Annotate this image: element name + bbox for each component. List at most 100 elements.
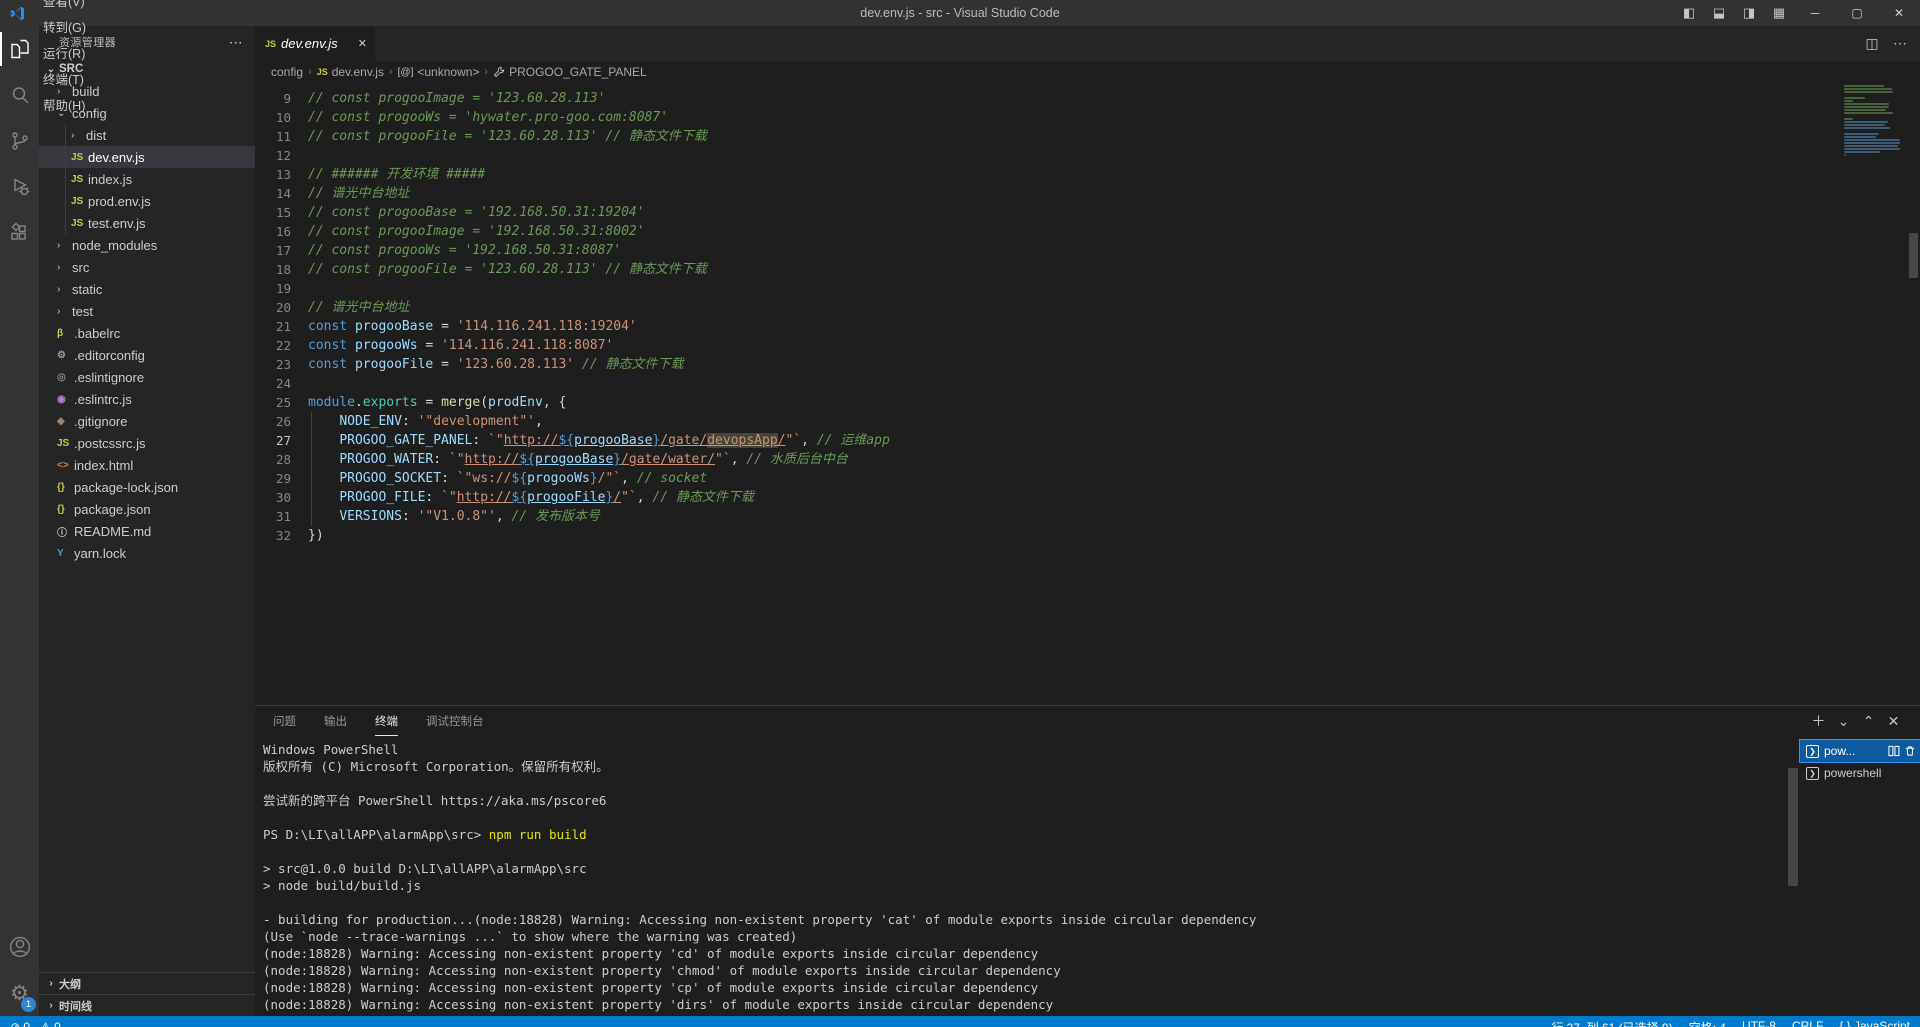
maximize-button[interactable]: ▢: [1836, 0, 1878, 26]
chevron-right-icon: ›: [71, 130, 86, 141]
code-line: 9// const progooImage = '123.60.28.113': [255, 89, 1920, 108]
terminal-output[interactable]: Windows PowerShell版权所有 (C) Microsoft Cor…: [255, 736, 1800, 1016]
code-line: 14// 谱光中台地址: [255, 184, 1920, 203]
source-control-icon[interactable]: [0, 118, 39, 164]
maximize-panel-icon[interactable]: ⌃: [1856, 713, 1881, 730]
tree-item-index.html[interactable]: <>index.html: [39, 454, 255, 476]
explorer-icon[interactable]: [0, 26, 39, 72]
tree-item-package-lock.json[interactable]: {}package-lock.json: [39, 476, 255, 498]
file-tree: ›build⌄config›distJSdev.env.jsJSindex.js…: [39, 80, 255, 564]
panel-tab-调试控制台[interactable]: 调试控制台: [426, 706, 484, 736]
terminal-scrollbar[interactable]: [1788, 768, 1798, 886]
status-item[interactable]: CRLF: [1792, 1019, 1823, 1027]
status-item[interactable]: UTF-8: [1742, 1019, 1776, 1027]
tree-item-.postcssrc.js[interactable]: JS.postcssrc.js: [39, 432, 255, 454]
toggle-sidebar-icon[interactable]: ◧: [1674, 0, 1704, 26]
tab-close-icon[interactable]: ✕: [358, 37, 367, 50]
tree-item-test[interactable]: ›test: [39, 300, 255, 322]
editor-more-actions-icon[interactable]: ⋯: [1888, 35, 1912, 52]
customize-layout-icon[interactable]: ▦: [1764, 0, 1794, 26]
breadcrumb[interactable]: config›JSdev.env.js›[@]<unknown>›PROGOO_…: [255, 61, 1920, 83]
toggle-secondary-sidebar-icon[interactable]: ◨: [1734, 0, 1764, 26]
tab-dev-env-js[interactable]: JS dev.env.js ✕: [255, 26, 375, 61]
breadcrumb-item-3[interactable]: [@]<unknown>: [398, 65, 480, 79]
terminal-line: (node:18828) Warning: Accessing non-exis…: [263, 996, 1800, 1013]
panel-tab-问题[interactable]: 问题: [273, 706, 296, 736]
tree-item-label: .gitignore: [74, 414, 127, 429]
terminal-line: (Use `node --trace-warnings ...` to show…: [263, 928, 1800, 945]
tree-item-dev.env.js[interactable]: JSdev.env.js: [39, 146, 255, 168]
outline-section[interactable]: › 大纲: [39, 972, 255, 994]
status-item[interactable]: 空格: 4: [1689, 1019, 1726, 1027]
split-editor-icon[interactable]: ◫: [1860, 35, 1884, 52]
terminal-tab-pow...[interactable]: ❯pow...: [1800, 740, 1920, 762]
menu-转到[interactable]: 转到(G): [34, 13, 95, 39]
breadcrumb-item-2[interactable]: JSdev.env.js: [317, 65, 384, 79]
search-icon[interactable]: [0, 72, 39, 118]
tree-item-.eslintrc.js[interactable]: ◉.eslintrc.js: [39, 388, 255, 410]
code-line: 22const progooWs = '114.116.241.118:8087…: [255, 336, 1920, 355]
html-file-icon: <>: [57, 460, 74, 471]
code-line: 19: [255, 279, 1920, 298]
symbol-property-wrench-icon: [493, 66, 505, 78]
settings-gear-icon[interactable]: ⚙ 1: [0, 970, 39, 1016]
tree-item-package.json[interactable]: {}package.json: [39, 498, 255, 520]
code-line: 13// ###### 开发环境 #####: [255, 165, 1920, 184]
breadcrumb-item-1[interactable]: config: [271, 65, 303, 79]
tree-item-node_modules[interactable]: ›node_modules: [39, 234, 255, 256]
panel-tab-输出[interactable]: 输出: [324, 706, 347, 736]
breadcrumb-label: dev.env.js: [332, 65, 384, 79]
status-item[interactable]: 行 27, 列 61 (已选择 9): [1551, 1019, 1672, 1027]
tree-item-src[interactable]: ›src: [39, 256, 255, 278]
extensions-icon[interactable]: [0, 210, 39, 256]
editor-scrollbar[interactable]: [1906, 83, 1920, 705]
tree-item-index.js[interactable]: JSindex.js: [39, 168, 255, 190]
line-number: 32: [255, 526, 291, 545]
tree-item-label: .postcssrc.js: [74, 436, 146, 451]
chevron-right-icon: ›: [57, 306, 72, 317]
code-text: // 谱光中台地址: [291, 184, 409, 203]
tree-item-build[interactable]: ›build: [39, 80, 255, 102]
code-text: const progooBase = '114.116.241.118:1920…: [291, 317, 637, 336]
tree-item-README.md[interactable]: ⓘREADME.md: [39, 520, 255, 542]
menu-查看[interactable]: 查看(V): [34, 0, 95, 13]
status-problems[interactable]: ⊘ 0: [10, 1020, 30, 1027]
terminal-dropdown-icon[interactable]: ⌄: [1831, 713, 1856, 730]
tree-item-yarn.lock[interactable]: Yyarn.lock: [39, 542, 255, 564]
code-editor[interactable]: 9// const progooImage = '123.60.28.113' 1…: [255, 83, 1920, 705]
toggle-panel-icon[interactable]: ⬓: [1704, 0, 1734, 26]
menu-运行[interactable]: 运行(R): [34, 39, 95, 65]
terminal-tab-label: pow...: [1824, 744, 1855, 758]
new-terminal-icon[interactable]: ＋: [1806, 711, 1831, 731]
tree-item-static[interactable]: ›static: [39, 278, 255, 300]
account-icon[interactable]: [0, 924, 39, 970]
minimize-button[interactable]: ─: [1794, 0, 1836, 26]
symbol-module-icon: [@]: [398, 67, 414, 78]
code-text: // 谱光中台地址: [291, 298, 409, 317]
explorer-more-actions-icon[interactable]: ⋯: [229, 34, 243, 51]
run-debug-icon[interactable]: [0, 164, 39, 210]
tree-item-.eslintignore[interactable]: ◎.eslintignore: [39, 366, 255, 388]
close-panel-icon[interactable]: ✕: [1881, 713, 1906, 730]
tree-item-dist[interactable]: ›dist: [39, 124, 255, 146]
tree-item-config[interactable]: ⌄config: [39, 102, 255, 124]
code-text: // const progooFile = '123.60.28.113' //…: [291, 127, 707, 146]
status-item[interactable]: { } JavaScript: [1839, 1019, 1910, 1027]
timeline-section[interactable]: › 时间线: [39, 994, 255, 1016]
terminal-tab-powershell[interactable]: ❯powershell: [1800, 762, 1920, 784]
split-terminal-icon[interactable]: [1888, 745, 1900, 757]
tree-item-test.env.js[interactable]: JStest.env.js: [39, 212, 255, 234]
activity-bar: ⚙ 1: [0, 26, 39, 1016]
terminal-line: [263, 775, 1800, 792]
tree-item-.editorconfig[interactable]: ⚙.editorconfig: [39, 344, 255, 366]
breadcrumb-item-4[interactable]: PROGOO_GATE_PANEL: [493, 65, 647, 79]
minimap[interactable]: [1844, 85, 1904, 157]
tree-item-.babelrc[interactable]: β.babelrc: [39, 322, 255, 344]
kill-terminal-trash-icon[interactable]: [1904, 745, 1916, 757]
tree-item-prod.env.js[interactable]: JSprod.env.js: [39, 190, 255, 212]
status-problems[interactable]: ⚠ 0: [40, 1020, 61, 1027]
tree-item-.gitignore[interactable]: ◆.gitignore: [39, 410, 255, 432]
tree-item-label: src: [72, 260, 89, 275]
panel-tab-终端[interactable]: 终端: [375, 706, 398, 736]
close-button[interactable]: ✕: [1878, 0, 1920, 26]
